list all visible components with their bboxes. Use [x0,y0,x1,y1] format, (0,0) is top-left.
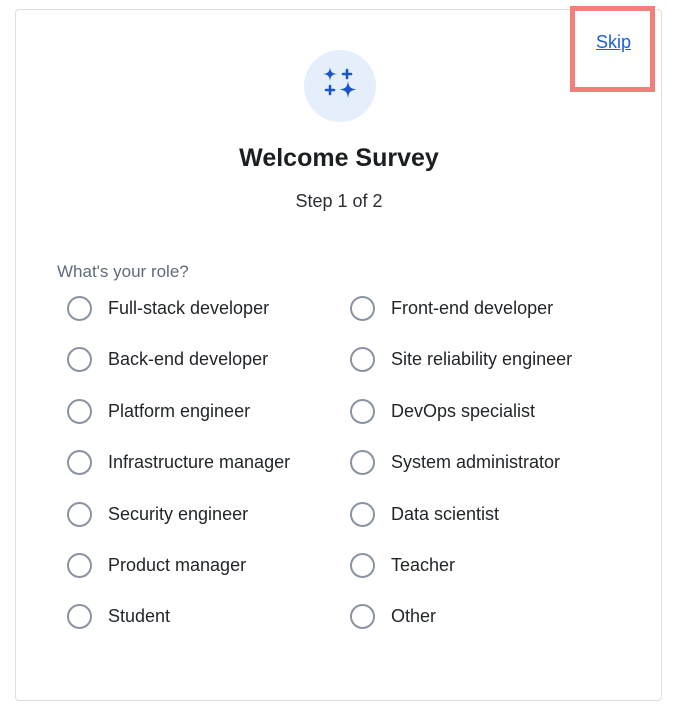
radio-button[interactable] [350,398,375,424]
radio-button[interactable] [350,552,375,578]
role-option-label: Full-stack developer [108,298,270,318]
role-option[interactable]: Back-end developer [67,347,350,398]
radio-button[interactable] [350,604,375,630]
radio-button[interactable] [67,604,92,630]
role-options: Full-stack developer Front-end developer… [67,296,647,656]
role-option[interactable]: System administrator [350,450,633,501]
role-option-label: Infrastructure manager [108,452,291,473]
step-indicator: Step 1 of 2 [295,191,383,211]
radio-button[interactable] [67,296,92,321]
role-option-label: Front-end developer [391,298,554,318]
role-option[interactable]: Student [67,604,350,655]
role-option-label: Student [108,606,171,627]
role-option[interactable]: Platform engineer [67,398,350,450]
skip-link[interactable]: Skip [596,32,631,53]
radio-button[interactable] [67,347,92,373]
role-question-label: What's your role? [57,262,189,281]
radio-button[interactable] [67,398,92,424]
role-option[interactable]: DevOps specialist [350,398,633,450]
radio-button[interactable] [67,501,92,527]
role-option-label: Back-end developer [108,349,269,370]
role-option-label: Other [391,606,437,627]
role-option-label: Platform engineer [108,400,251,421]
role-option[interactable]: Site reliability engineer [350,347,633,398]
role-option-label: Data scientist [391,503,500,524]
role-option-label: Product manager [108,554,247,575]
role-option-label: Site reliability engineer [391,349,573,370]
role-option[interactable]: Security engineer [67,501,350,553]
sparkles-icon [304,50,376,122]
page-title: Welcome Survey [239,144,439,172]
radio-button[interactable] [350,347,375,373]
role-option[interactable]: Front-end developer [350,296,633,347]
role-option[interactable]: Full-stack developer [67,296,350,347]
radio-button[interactable] [350,296,375,321]
role-option[interactable]: Data scientist [350,501,633,553]
radio-button[interactable] [350,450,375,476]
role-option-label: System administrator [391,452,561,473]
role-option-label: Security engineer [108,503,249,524]
role-option[interactable]: Teacher [350,552,633,604]
role-option[interactable]: Other [350,604,633,655]
role-option[interactable]: Infrastructure manager [67,450,350,501]
role-option-label: DevOps specialist [391,400,536,421]
role-option[interactable]: Product manager [67,552,350,604]
radio-button[interactable] [67,450,92,476]
radio-button[interactable] [67,552,92,578]
role-option-label: Teacher [391,554,456,575]
radio-button[interactable] [350,501,375,527]
